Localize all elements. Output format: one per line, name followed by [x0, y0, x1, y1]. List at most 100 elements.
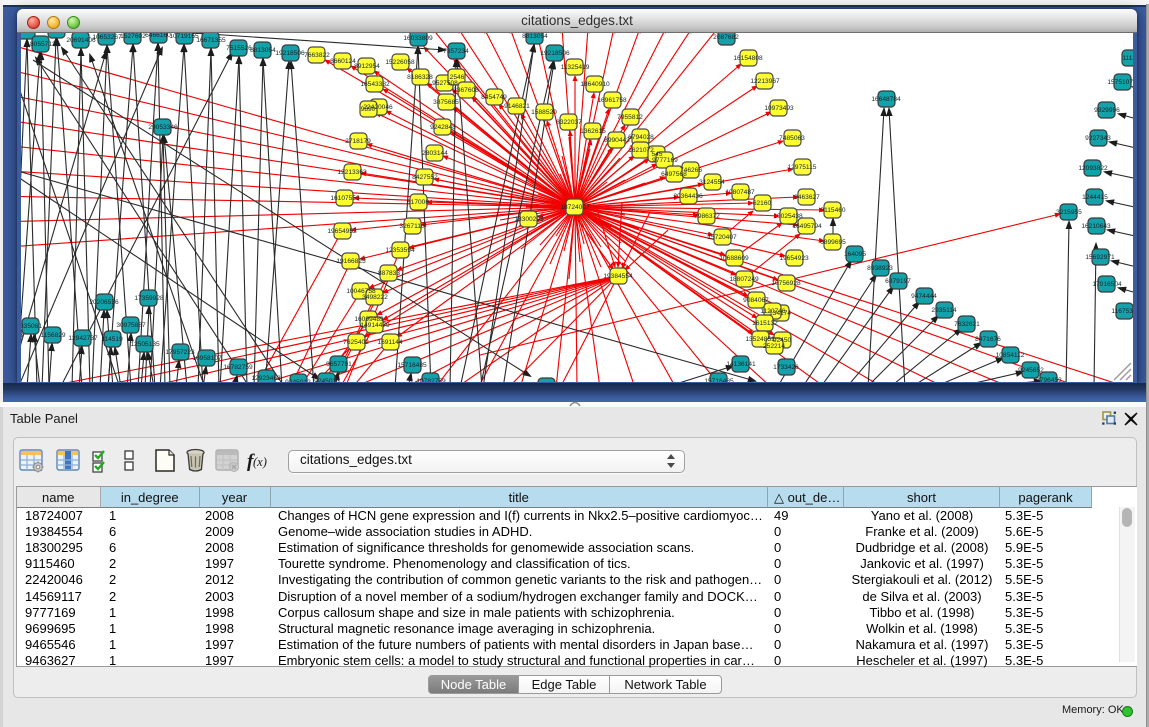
svg-text:18640910: 18640910 [580, 81, 610, 88]
svg-text:12093822: 12093822 [1078, 165, 1108, 172]
svg-text:14136141: 14136141 [726, 361, 756, 368]
svg-text:30975887: 30975887 [116, 322, 146, 329]
svg-text:8796453: 8796453 [1036, 377, 1062, 382]
svg-text:9245652: 9245652 [1018, 367, 1044, 374]
svg-text:16543382: 16543382 [360, 81, 390, 88]
svg-text:9245013: 9245013 [314, 378, 340, 382]
svg-text:12213363: 12213363 [337, 169, 367, 176]
svg-text:15751074: 15751074 [1107, 79, 1133, 86]
svg-text:20691406: 20691406 [41, 33, 71, 34]
svg-text:14055754: 14055754 [21, 33, 42, 35]
svg-text:15716485: 15716485 [704, 378, 734, 382]
svg-text:16961758: 16961758 [597, 97, 627, 104]
svg-text:9115460: 9115460 [820, 207, 846, 214]
svg-text:3875685: 3875685 [433, 99, 459, 106]
svg-text:19654923: 19654923 [779, 255, 809, 262]
svg-text:8912954: 8912954 [354, 63, 380, 70]
svg-text:20206536: 20206536 [89, 299, 119, 306]
svg-text:14914479: 14914479 [360, 322, 390, 329]
svg-text:9227343: 9227343 [1085, 135, 1111, 142]
svg-text:7625402: 7625402 [343, 339, 369, 346]
svg-text:9474444: 9474444 [911, 293, 937, 300]
svg-text:16495794: 16495794 [792, 223, 822, 230]
svg-text:(x): (x) [253, 455, 267, 469]
svg-text:12942737: 12942737 [68, 335, 98, 342]
svg-text:17359928: 17359928 [134, 295, 164, 302]
svg-text:9463627: 9463627 [794, 194, 820, 201]
svg-text:399153: 399153 [21, 332, 23, 339]
svg-text:12975115: 12975115 [788, 164, 817, 171]
svg-text:18724007: 18724007 [560, 204, 590, 211]
svg-text:18055713: 18055713 [26, 41, 56, 48]
svg-text:9242848: 9242848 [430, 124, 456, 131]
svg-text:29053346: 29053346 [148, 124, 178, 131]
svg-text:18807249: 18807249 [729, 276, 759, 283]
svg-text:1588520: 1588520 [531, 109, 557, 116]
svg-text:7955812: 7955812 [617, 114, 643, 121]
svg-text:10958107: 10958107 [192, 355, 222, 362]
svg-text:11325419: 11325419 [561, 64, 590, 71]
svg-text:1244415: 1244415 [1082, 194, 1108, 201]
svg-text:3124554: 3124554 [699, 179, 725, 186]
svg-text:3215955: 3215955 [1056, 209, 1082, 216]
svg-text:1527602: 1527602 [120, 33, 146, 40]
svg-text:2718179: 2718179 [345, 138, 371, 145]
svg-text:9146821: 9146821 [504, 103, 530, 110]
svg-text:16782759: 16782759 [223, 364, 253, 371]
svg-text:3498222: 3498222 [362, 294, 388, 301]
svg-text:20364436: 20364436 [673, 193, 703, 200]
svg-text:10782759: 10782759 [416, 378, 446, 382]
svg-text:8427552: 8427552 [412, 174, 438, 181]
svg-text:11123: 11123 [1122, 55, 1133, 62]
svg-text:19384554: 19384554 [603, 273, 633, 280]
svg-text:15226058: 15226058 [385, 59, 415, 66]
svg-text:10973493: 10973493 [764, 105, 794, 112]
svg-text:8454749: 8454749 [481, 94, 507, 101]
svg-text:15720407: 15720407 [707, 234, 737, 241]
svg-text:16648784: 16648784 [871, 96, 901, 103]
svg-text:7632621: 7632621 [954, 321, 980, 328]
svg-text:16210643: 16210643 [1081, 223, 1111, 230]
svg-text:16033809: 16033809 [403, 35, 433, 42]
svg-text:1691144: 1691144 [377, 339, 403, 346]
svg-text:8322037: 8322037 [556, 119, 582, 126]
svg-text:2803144: 2803144 [422, 150, 448, 157]
svg-text:10025438: 10025438 [773, 213, 803, 220]
svg-text:8990443: 8990443 [604, 137, 630, 144]
svg-text:7986372: 7986372 [694, 213, 720, 220]
svg-text:1733426: 1733426 [773, 364, 799, 371]
svg-text:114519: 114519 [101, 336, 123, 343]
svg-text:746266: 746266 [680, 167, 702, 174]
svg-text:8186328: 8186328 [407, 74, 433, 81]
svg-text:7485063: 7485063 [779, 135, 805, 142]
svg-text:18300295: 18300295 [514, 216, 544, 223]
svg-text:7357234: 7357234 [443, 48, 469, 55]
svg-text:8813054: 8813054 [250, 47, 276, 54]
svg-text:9777169: 9777169 [652, 157, 678, 164]
svg-text:16107553: 16107553 [330, 195, 360, 202]
svg-text:6899695: 6899695 [820, 239, 846, 246]
svg-text:19218506: 19218506 [540, 50, 570, 57]
svg-text:15716485: 15716485 [397, 362, 427, 369]
svg-text:164095: 164095 [844, 251, 866, 258]
svg-text:817006: 817006 [407, 199, 429, 206]
svg-text:12505135: 12505135 [130, 341, 160, 348]
svg-text:10807487: 10807487 [725, 189, 755, 196]
svg-text:9329996: 9329996 [1094, 107, 1120, 114]
svg-text:8471676: 8471676 [975, 336, 1001, 343]
svg-text:887833: 887833 [378, 270, 400, 277]
svg-text:1156829: 1156829 [40, 332, 66, 339]
svg-text:6794028: 6794028 [628, 134, 654, 141]
svg-text:2367608: 2367608 [453, 87, 479, 94]
svg-text:9657791: 9657791 [326, 361, 352, 368]
svg-text:2546: 2546 [450, 74, 465, 81]
svg-text:8938923: 8938923 [867, 265, 893, 272]
svg-text:62160: 62160 [753, 200, 772, 207]
svg-text:8813054: 8813054 [522, 33, 548, 40]
svg-text:6466160: 6466160 [145, 33, 171, 39]
svg-text:10854112: 10854112 [996, 352, 1025, 359]
svg-text:19654952: 19654952 [327, 228, 357, 235]
svg-text:16671355: 16671355 [196, 37, 226, 44]
svg-text:17957223: 17957223 [165, 349, 195, 356]
svg-text:19166825: 19166825 [336, 258, 366, 265]
